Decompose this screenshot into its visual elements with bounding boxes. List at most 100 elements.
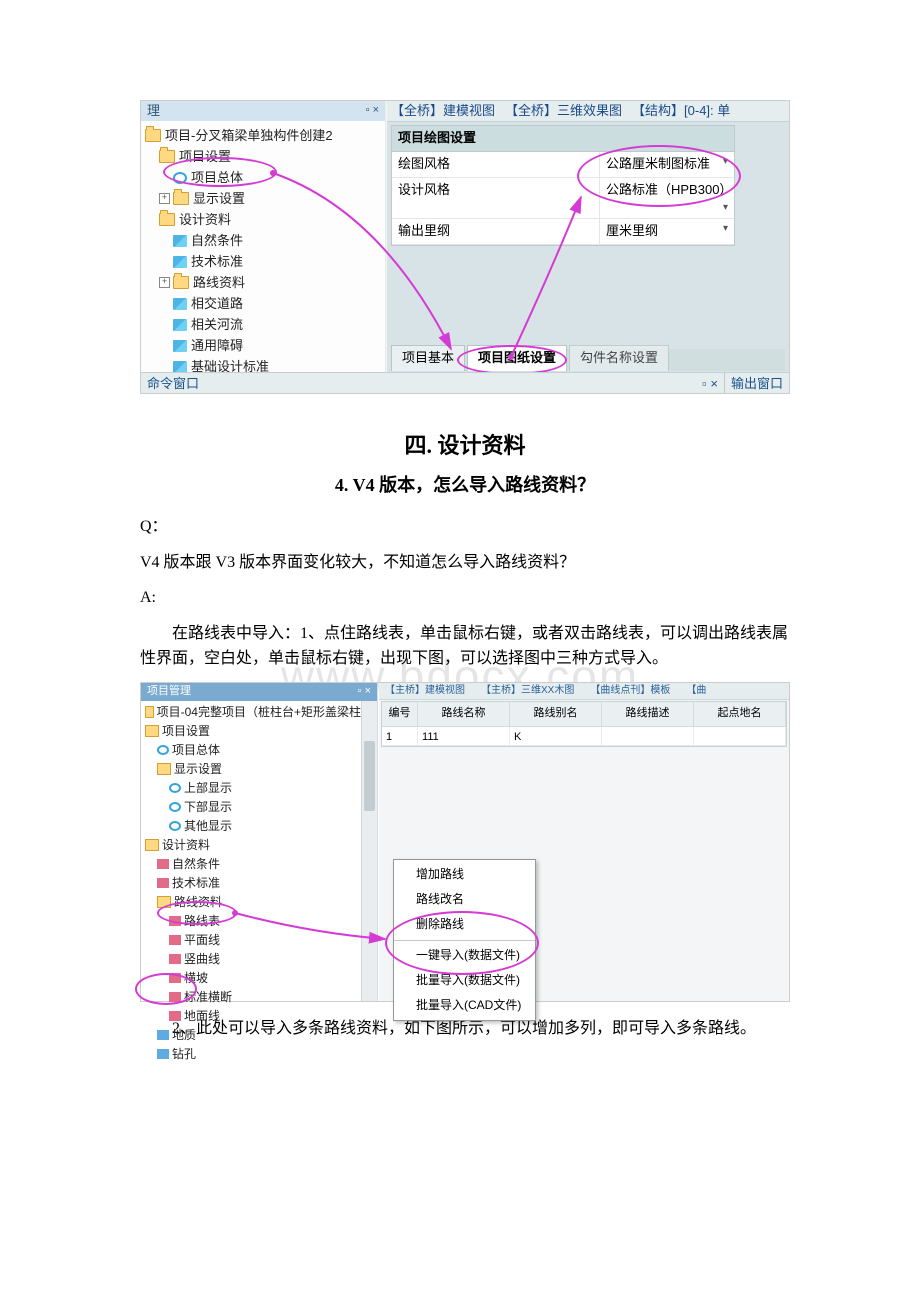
- menu-item-rename[interactable]: 路线改名: [394, 887, 535, 912]
- tree-label: 技术标准: [191, 251, 243, 272]
- pin-close-icon[interactable]: ▫ ×: [366, 102, 379, 120]
- tree-item-design-data[interactable]: 设计资料: [145, 209, 381, 230]
- tree-label: 设计资料: [162, 836, 210, 855]
- tree-item-overall[interactable]: 项目总体: [145, 167, 381, 188]
- setting-value[interactable]: 公路标准（HPB300）▾: [600, 178, 734, 219]
- tree-item[interactable]: 标准横断: [145, 988, 373, 1007]
- leaf-icon: [157, 878, 169, 888]
- bottom-strip: 命令窗口 ▫ × 输出窗口: [141, 372, 789, 393]
- setting-row[interactable]: 绘图风格 公路厘米制图标准▾: [392, 152, 734, 178]
- grid-row[interactable]: 1 111 K: [382, 727, 786, 746]
- folder-icon: [173, 276, 189, 289]
- tree-item-display[interactable]: +显示设置: [145, 188, 381, 209]
- leaf-icon: [169, 916, 181, 926]
- tab[interactable]: 【结构】[0-4]: 单: [632, 101, 730, 122]
- scrollbar[interactable]: [361, 701, 377, 1001]
- expand-icon[interactable]: +: [159, 193, 170, 204]
- bottom-tabs: 项目基本 项目图纸设置 勾件名称设置: [391, 349, 785, 371]
- tab-basic[interactable]: 项目基本: [391, 345, 465, 371]
- tree-item[interactable]: 技术标准: [145, 251, 381, 272]
- leaf-icon: [173, 319, 187, 331]
- chevron-down-icon[interactable]: ▾: [723, 200, 728, 216]
- tree-panel: 理 ▫ × 项目-分叉箱梁单独构件创建2 项目设置 项目总体 +显示设置 设计资…: [141, 101, 386, 393]
- tree-item[interactable]: 上部显示: [145, 779, 373, 798]
- tree-root[interactable]: 项目-04完整项目（桩柱台+矩形盖梁柱）: [145, 703, 373, 722]
- tree-item[interactable]: 路线资料: [145, 893, 373, 912]
- tree-item[interactable]: 下部显示: [145, 798, 373, 817]
- tree-item[interactable]: 相关河流: [145, 314, 381, 335]
- tab[interactable]: 【全桥】三维效果图: [505, 101, 622, 122]
- tree-item[interactable]: 设计资料: [145, 836, 373, 855]
- tree-label: 相交道路: [191, 293, 243, 314]
- tree-item-settings[interactable]: 项目设置: [145, 146, 381, 167]
- setting-value[interactable]: 厘米里纲▾: [600, 219, 734, 244]
- tree-label: 横坡: [184, 969, 208, 988]
- tree-item[interactable]: 显示设置: [145, 760, 373, 779]
- tab-drawing-settings[interactable]: 项目图纸设置: [467, 345, 567, 371]
- tree-label: 项目-04完整项目（桩柱台+矩形盖梁柱）: [157, 703, 373, 722]
- tree-item[interactable]: 相交道路: [145, 293, 381, 314]
- cell: K: [510, 727, 602, 745]
- tree-item[interactable]: 竖曲线: [145, 950, 373, 969]
- tree-item[interactable]: 自然条件: [145, 230, 381, 251]
- project-tree: 项目-04完整项目（桩柱台+矩形盖梁柱） 项目设置 项目总体 显示设置 上部显示…: [141, 701, 377, 1066]
- folder-icon: [159, 150, 175, 163]
- leaf-icon: [173, 298, 187, 310]
- tree-item[interactable]: 项目总体: [145, 741, 373, 760]
- tree-item[interactable]: 自然条件: [145, 855, 373, 874]
- tree-item-route[interactable]: +路线资料: [145, 272, 381, 293]
- tree-item[interactable]: 其他显示: [145, 817, 373, 836]
- cell: 1: [382, 727, 418, 745]
- scrollbar-thumb[interactable]: [364, 741, 375, 811]
- tree-item[interactable]: 通用障碍: [145, 335, 381, 356]
- setting-value[interactable]: 公路厘米制图标准▾: [600, 152, 734, 177]
- tree-item[interactable]: 地面线: [145, 1007, 373, 1026]
- tab[interactable]: 【曲线点刊】模板: [584, 683, 676, 699]
- output-window-label[interactable]: 输出窗口: [724, 373, 789, 393]
- col-header: 路线描述: [602, 702, 694, 726]
- setting-row[interactable]: 输出里纲 厘米里纲▾: [392, 219, 734, 245]
- menu-item-import-batch-cad[interactable]: 批量导入(CAD文件): [394, 993, 535, 1018]
- tab[interactable]: 【全桥】建模视图: [391, 101, 495, 122]
- tab-component-names[interactable]: 勾件名称设置: [569, 345, 669, 371]
- tab[interactable]: 【主桥】建模视图: [379, 683, 471, 699]
- chevron-down-icon[interactable]: ▾: [723, 221, 728, 237]
- tree-label: 上部显示: [184, 779, 232, 798]
- leaf-icon: [157, 1030, 169, 1040]
- tree-root[interactable]: 项目-分叉箱梁单独构件创建2: [145, 125, 381, 146]
- setting-row[interactable]: 设计风格 公路标准（HPB300）▾: [392, 178, 734, 220]
- tree-label: 项目-分叉箱梁单独构件创建2: [165, 125, 333, 146]
- cmd-window-label[interactable]: 命令窗口: [141, 373, 393, 393]
- tree-label: 地质: [172, 1026, 196, 1045]
- pin-close-icon[interactable]: ▫ ×: [358, 683, 371, 701]
- link-icon: [173, 172, 187, 184]
- chevron-down-icon[interactable]: ▾: [723, 154, 728, 170]
- leaf-icon: [169, 992, 181, 1002]
- tab[interactable]: 【曲: [680, 683, 712, 699]
- leaf-icon: [173, 256, 187, 268]
- folder-icon: [159, 213, 175, 226]
- tree-item[interactable]: 平面线: [145, 931, 373, 950]
- tree-panel-header: 项目管理 ▫ ×: [141, 683, 377, 701]
- folder-icon: [157, 763, 171, 775]
- tree-item[interactable]: 项目设置: [145, 722, 373, 741]
- pin-close-icon[interactable]: ▫ ×: [696, 373, 724, 393]
- tree-item[interactable]: 钻孔: [145, 1045, 373, 1064]
- leaf-icon: [157, 859, 169, 869]
- tree-item[interactable]: 地质: [145, 1026, 373, 1045]
- tree-item-route-table[interactable]: 路线表: [145, 912, 373, 931]
- menu-item-import-one[interactable]: 一键导入(数据文件): [394, 940, 535, 968]
- tree-item[interactable]: 技术标准: [145, 874, 373, 893]
- tree-item[interactable]: 横坡: [145, 969, 373, 988]
- cell: [602, 727, 694, 745]
- menu-item-delete[interactable]: 删除路线: [394, 912, 535, 937]
- menu-item-add[interactable]: 增加路线: [394, 862, 535, 887]
- tree-label: 显示设置: [174, 760, 222, 779]
- tree-label: 平面线: [184, 931, 220, 950]
- menu-item-import-batch-data[interactable]: 批量导入(数据文件): [394, 968, 535, 993]
- leaf-icon: [173, 361, 187, 373]
- folder-icon: [145, 706, 154, 718]
- tab[interactable]: 【主桥】三维XX木图: [475, 683, 580, 699]
- panel-title: 项目管理: [147, 683, 191, 701]
- expand-icon[interactable]: +: [159, 277, 170, 288]
